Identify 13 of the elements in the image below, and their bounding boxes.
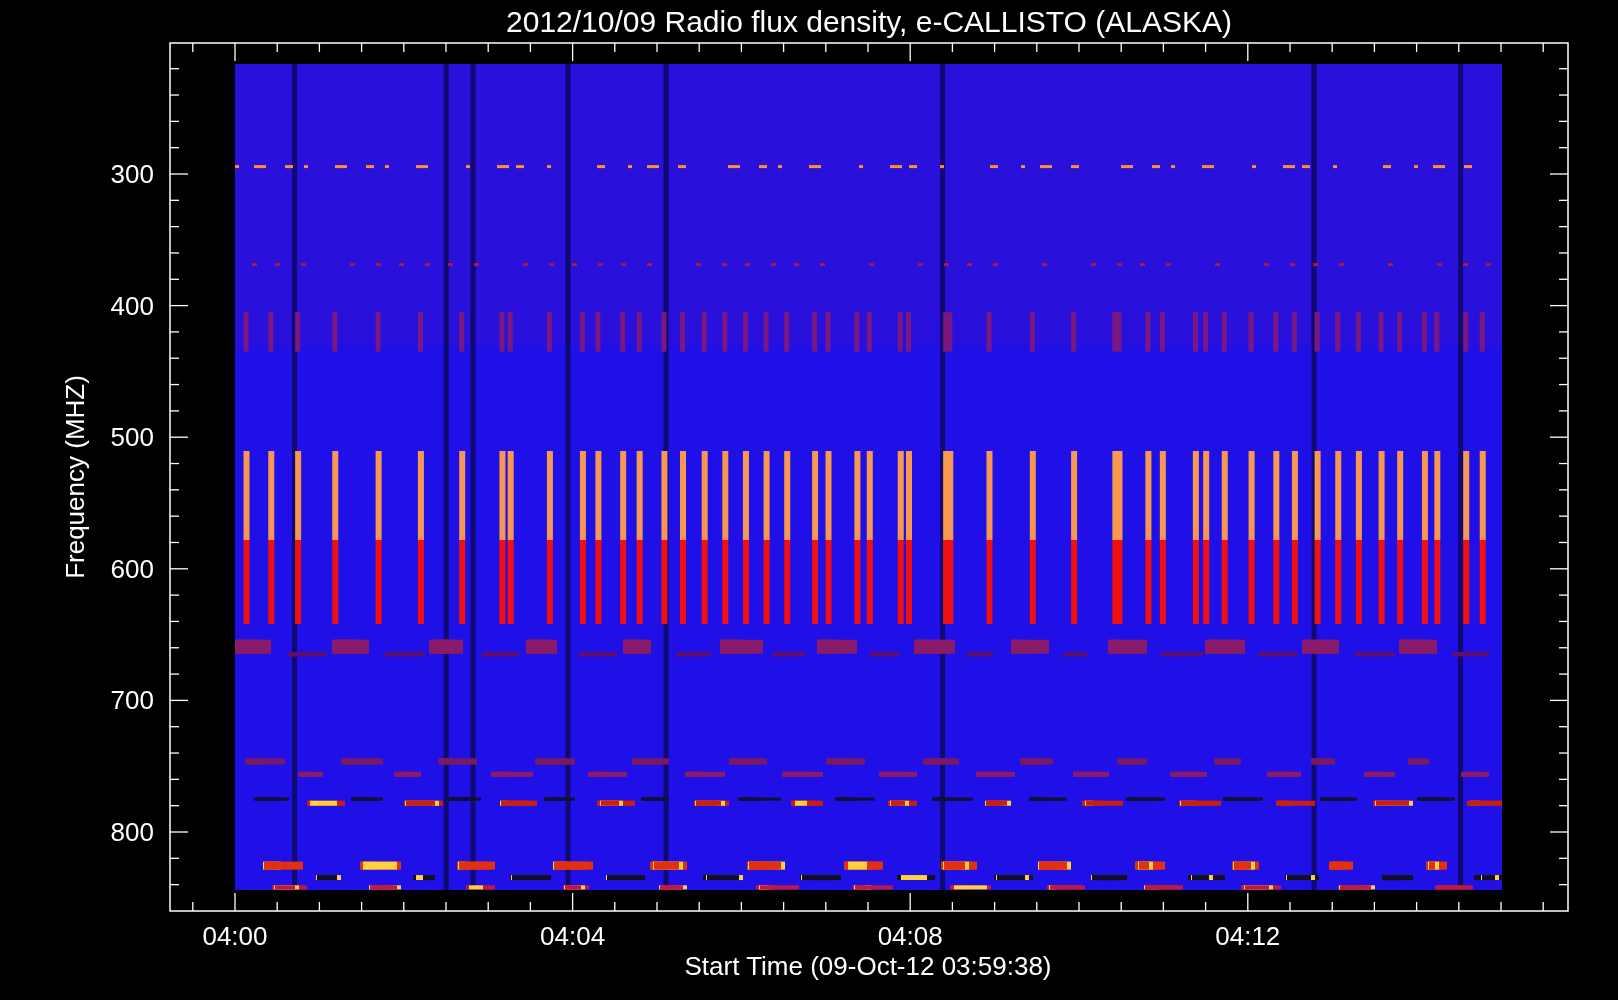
x-tick-label: 04:04 xyxy=(540,921,606,951)
y-tick-label: 400 xyxy=(110,290,154,321)
y-tick-label: 300 xyxy=(110,159,154,189)
y-tick-label: 800 xyxy=(110,817,154,847)
y-tick-label: 700 xyxy=(110,685,154,716)
y-tick-label: 500 xyxy=(110,422,154,453)
x-axis-label: Start Time (09-Oct-12 03:59:38) xyxy=(684,951,1052,981)
y-tick-label: 600 xyxy=(110,553,154,584)
y-axis-label: Frequency (MHZ) xyxy=(60,375,90,579)
x-tick-label: 04:00 xyxy=(202,921,268,951)
x-tick-label: 04:12 xyxy=(1215,921,1281,951)
x-tick-label: 04:08 xyxy=(877,921,943,951)
chart-title: 2012/10/09 Radio flux density, e-CALLISTO (ALASKA) xyxy=(506,5,1232,38)
